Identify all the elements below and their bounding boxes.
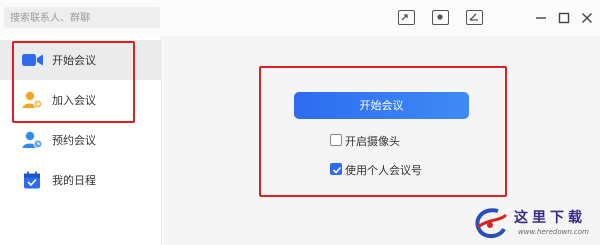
highlight-box-sidebar bbox=[12, 41, 135, 123]
watermark-logo-icon bbox=[470, 205, 512, 243]
search-placeholder: 搜索联系人、群聊 bbox=[10, 13, 90, 24]
share-screen-icon[interactable] bbox=[398, 10, 415, 25]
watermark: 这里下载 www.heredown.com bbox=[470, 203, 600, 245]
user-schedule-icon bbox=[22, 131, 44, 149]
calendar-icon bbox=[22, 171, 44, 189]
sidebar-item-label: 我的日程 bbox=[52, 174, 96, 187]
watermark-title: 这里下载 bbox=[514, 210, 586, 226]
maximize-icon[interactable] bbox=[555, 9, 573, 27]
watermark-url: www.heredown.com bbox=[518, 228, 589, 236]
search-input[interactable]: 搜索联系人、群聊 bbox=[4, 7, 160, 28]
title-bar: 搜索联系人、群聊 bbox=[0, 0, 600, 36]
sidebar-item-label: 预约会议 bbox=[52, 134, 96, 147]
highlight-box-main bbox=[259, 66, 507, 197]
close-icon[interactable] bbox=[578, 9, 596, 27]
screen-record-icon[interactable] bbox=[432, 10, 449, 25]
minimize-icon[interactable] bbox=[532, 9, 550, 27]
sidebar-item-schedule-meeting[interactable]: 预约会议 bbox=[0, 120, 162, 160]
sidebar-item-my-schedule[interactable]: 我的日程 bbox=[0, 160, 162, 200]
whiteboard-icon[interactable] bbox=[466, 10, 483, 25]
